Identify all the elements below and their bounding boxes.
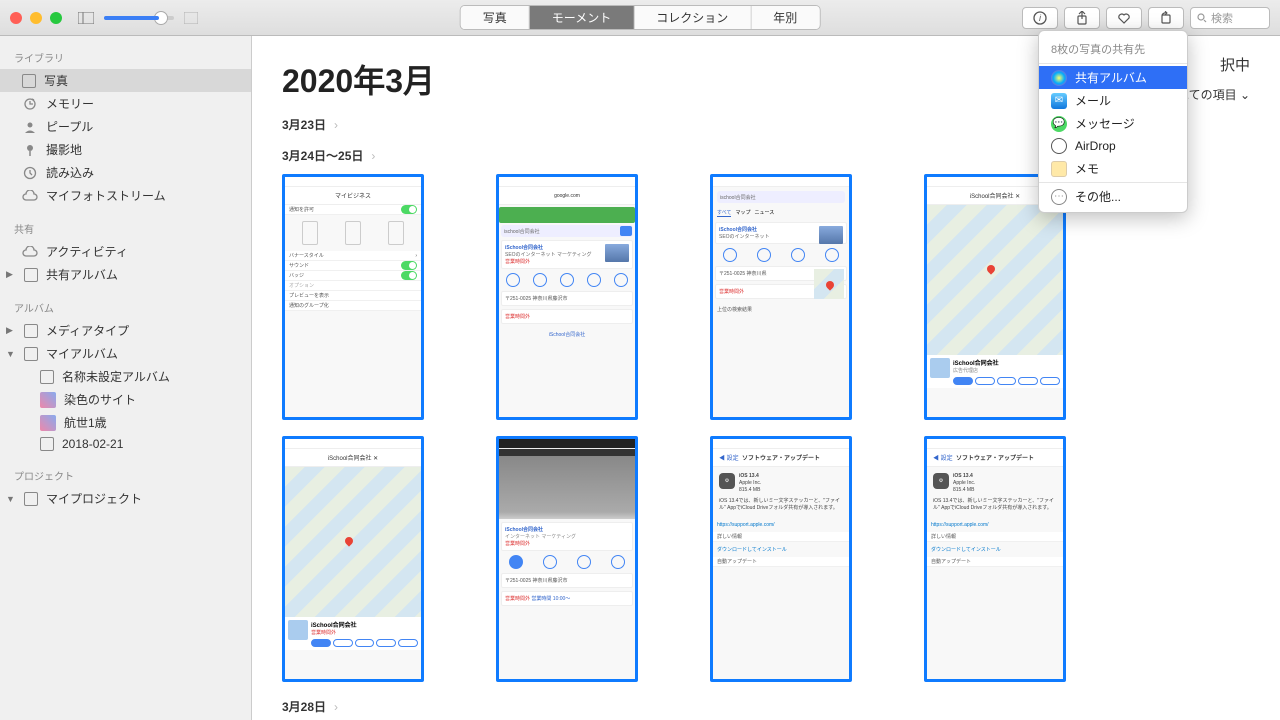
view-segment-control: 写真 モーメント コレクション 年別 [460, 5, 821, 30]
sidebar-item-myprojects[interactable]: ▼マイプロジェクト [0, 487, 251, 510]
sidebar: ライブラリ 写真 メモリー ピープル 撮影地 読み込み マイフォトストリーム 共… [0, 36, 252, 720]
notes-icon [1051, 161, 1067, 177]
share-item-messages[interactable]: 💬メッセージ [1039, 112, 1187, 135]
share-menu-popover: 8枚の写真の共有先 共有アルバム ✉メール 💬メッセージ AirDrop メモ … [1038, 30, 1188, 213]
search-field[interactable]: 検索 [1190, 7, 1270, 29]
sidebar-item-photos[interactable]: 写真 [0, 69, 251, 92]
share-item-other[interactable]: ⋯その他... [1039, 185, 1187, 208]
sidebar-item-dyeing[interactable]: 染色のサイト [0, 388, 251, 411]
toolbar-right: i 検索 [1022, 7, 1270, 29]
photo-thumbnail[interactable]: ◀ 設定 ソフトウェア・アップデート ⚙iOS 13.4Apple Inc.81… [710, 436, 852, 682]
chevron-right-icon: › [334, 700, 338, 714]
sidebar-item-imports[interactable]: 読み込み [0, 161, 251, 184]
sidebar-item-places[interactable]: 撮影地 [0, 138, 251, 161]
sidebar-item-kose1[interactable]: 航世1歳 [0, 411, 251, 434]
close-button[interactable] [10, 12, 22, 24]
memories-icon [22, 96, 38, 112]
favorite-button[interactable] [1106, 7, 1142, 29]
sidebar-item-people[interactable]: ピープル [0, 115, 251, 138]
disclosure-icon[interactable]: ▶ [6, 269, 16, 280]
sidebar-header-projects: プロジェクト [0, 464, 251, 487]
cloud-icon [22, 244, 38, 260]
photo-thumbnail[interactable]: ◀ 設定 ソフトウェア・アップデート ⚙iOS 13.4Apple Inc.81… [924, 436, 1066, 682]
svg-text:i: i [1039, 13, 1042, 23]
chevron-right-icon: › [334, 118, 338, 132]
sidebar-item-activity[interactable]: アクティビティ [0, 240, 251, 263]
photo-thumbnail[interactable]: ischool合同会社 すべてマップニュース iSchool合同会社SEOのイン… [710, 174, 852, 420]
sidebar-item-untitled[interactable]: 名称未設定アルバム [0, 365, 251, 388]
people-icon [22, 119, 38, 135]
share-button[interactable] [1064, 7, 1100, 29]
zoom-slider[interactable] [104, 16, 174, 20]
photo-thumbnail[interactable]: マイビジネス 通知を許可 バナースタイル› サウンド バッジ オプション プレビ… [282, 174, 424, 420]
sidebar-header-library: ライブラリ [0, 46, 251, 69]
share-item-mail[interactable]: ✉メール [1039, 89, 1187, 112]
mail-icon: ✉ [1051, 93, 1067, 109]
sidebar-header-shared: 共有 [0, 217, 251, 240]
photo-thumbnail[interactable]: google.com ischool合同会社 iSchool合同会社SEOのイン… [496, 174, 638, 420]
minimize-button[interactable] [30, 12, 42, 24]
seg-years[interactable]: 年別 [751, 6, 819, 29]
shared-album-icon [1051, 70, 1067, 86]
clock-icon [22, 165, 38, 181]
photo-grid-row2: iSchool合同会社 ✕ iSchool合同会社営業時間外 iSchool合同… [282, 436, 1250, 682]
places-icon [22, 142, 38, 158]
photos-icon [22, 74, 36, 88]
share-menu-title: 8枚の写真の共有先 [1039, 35, 1187, 61]
disclosure-icon[interactable]: ▶ [6, 325, 16, 336]
share-item-shared-album[interactable]: 共有アルバム [1039, 66, 1187, 89]
more-icon: ⋯ [1051, 189, 1067, 205]
sidebar-item-mediatypes[interactable]: ▶メディアタイプ [0, 319, 251, 342]
seg-photos[interactable]: 写真 [461, 6, 530, 29]
search-placeholder: 検索 [1211, 10, 1233, 26]
seg-moments[interactable]: モーメント [530, 6, 635, 29]
photo-thumbnail[interactable]: iSchool合同会社 ✕ iSchool合同会社営業時間外 [282, 436, 424, 682]
disclosure-icon[interactable]: ▼ [6, 349, 16, 359]
sidebar-item-myalbums[interactable]: ▼マイアルバム [0, 342, 251, 365]
rotate-button[interactable] [1148, 7, 1184, 29]
sidebar-item-2018[interactable]: 2018-02-21 [0, 434, 251, 454]
chevron-down-icon: ⌄ [1240, 88, 1250, 102]
date-header-3[interactable]: 3月28日› [282, 698, 1250, 715]
share-item-airdrop[interactable]: AirDrop [1039, 135, 1187, 157]
seg-collections[interactable]: コレクション [634, 6, 751, 29]
sidebar-item-memories[interactable]: メモリー [0, 92, 251, 115]
airdrop-icon [1051, 138, 1067, 154]
album-thumb-icon [40, 415, 56, 431]
cloud-icon [22, 188, 38, 204]
traffic-lights [10, 12, 62, 24]
sidebar-header-albums: アルバム [0, 296, 251, 319]
album-icon [40, 370, 54, 384]
search-icon [1197, 13, 1207, 23]
album-icon [24, 268, 38, 282]
info-button[interactable]: i [1022, 7, 1058, 29]
album-icon [24, 347, 38, 361]
sidebar-item-shared-albums[interactable]: ▶共有アルバム [0, 263, 251, 286]
album-icon [24, 324, 38, 338]
sidebar-item-photostream[interactable]: マイフォトストリーム [0, 184, 251, 207]
album-icon [40, 437, 54, 451]
sidebar-toggle-icon[interactable] [78, 12, 94, 24]
photo-thumbnail[interactable]: iSchool合同会社インターネット マーケティング営業時間外 〒251-002… [496, 436, 638, 682]
folder-icon [24, 492, 38, 506]
selection-count: 択中 [1220, 54, 1250, 75]
disclosure-icon[interactable]: ▼ [6, 494, 16, 504]
maximize-button[interactable] [50, 12, 62, 24]
chevron-right-icon: › [371, 149, 375, 163]
messages-icon: 💬 [1051, 116, 1067, 132]
album-thumb-icon [40, 392, 56, 408]
thumbnail-size-icon [184, 12, 198, 24]
share-item-notes[interactable]: メモ [1039, 157, 1187, 180]
